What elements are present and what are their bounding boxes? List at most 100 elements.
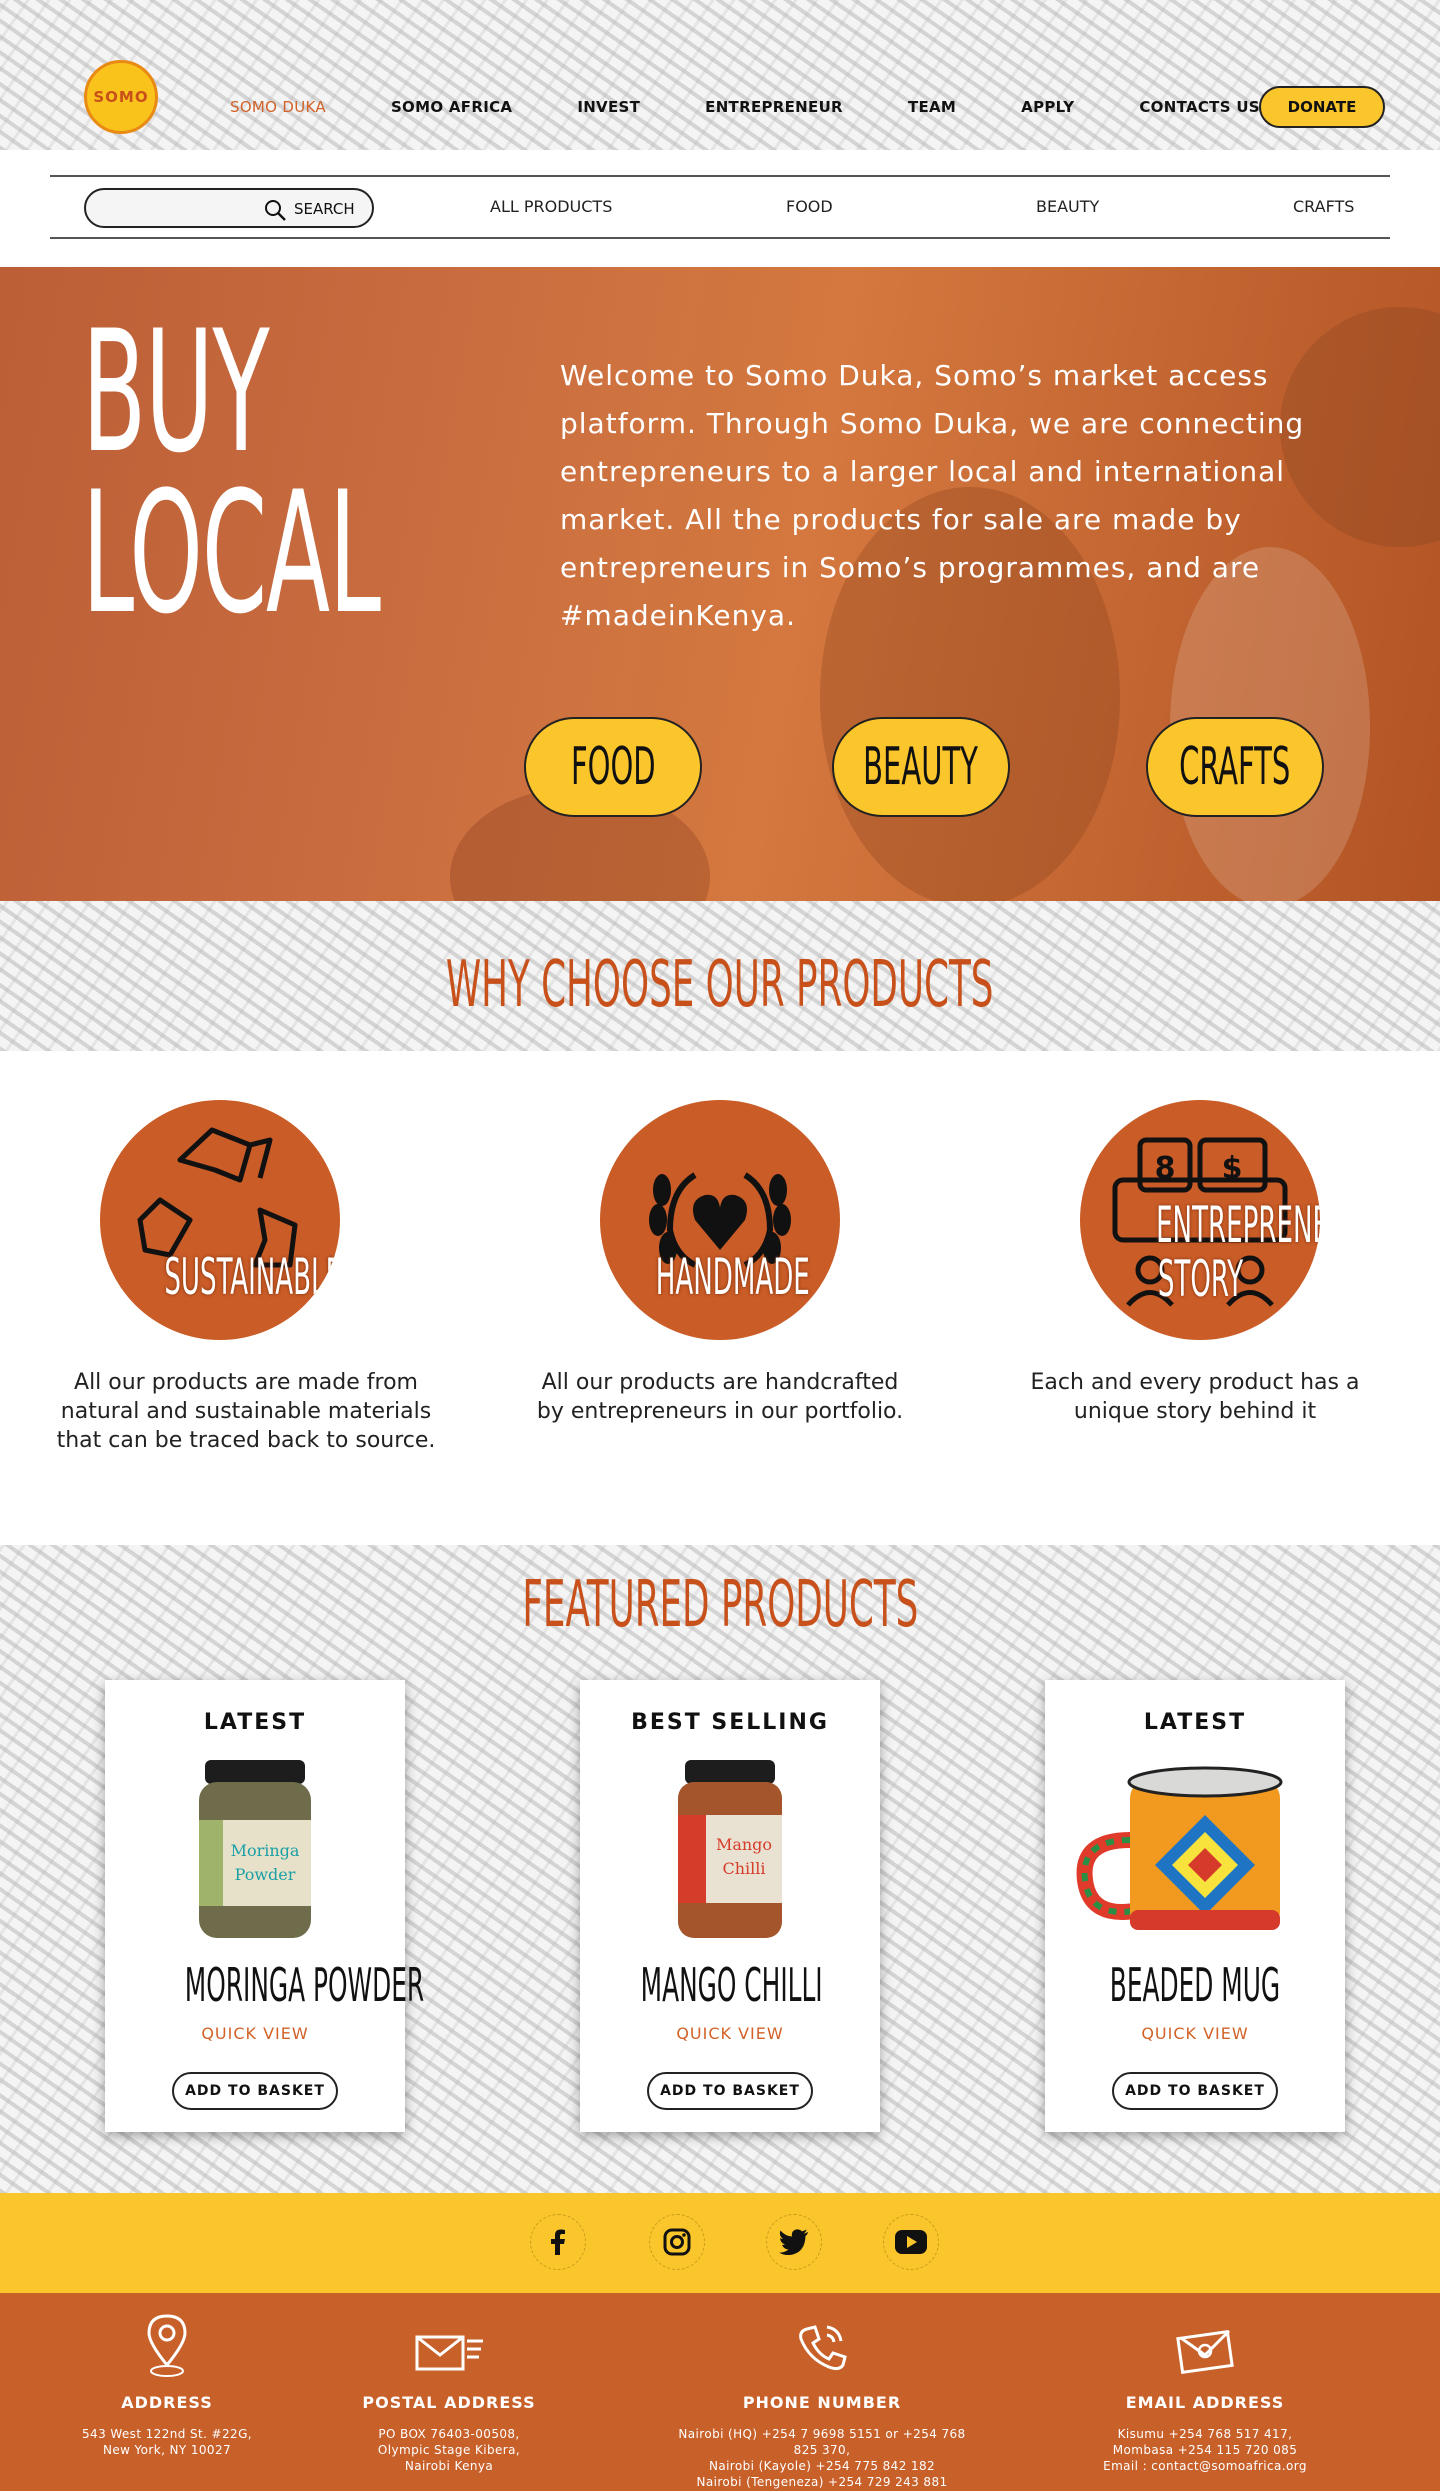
- entrepreneur-label-line1: ENTREPRENEUR: [1156, 1196, 1320, 1254]
- phone-title: PHONE NUMBER: [742, 2393, 902, 2412]
- address-title: ADDRESS: [121, 2393, 213, 2412]
- product-badge: LATEST: [1143, 1710, 1247, 1735]
- moringa-jar-label2: Powder: [235, 1865, 296, 1884]
- nav-somo-duka[interactable]: SOMO DUKA: [230, 98, 326, 116]
- product-card-beaded-mug[interactable]: LATEST BEADED MUG QUICK VIEW ADD TO BASK…: [1045, 1680, 1345, 2132]
- subnav-beauty[interactable]: BEAUTY: [1036, 197, 1099, 216]
- twitter-link[interactable]: [766, 2214, 822, 2270]
- mango-jar-label1: Mango: [716, 1835, 772, 1854]
- entrepreneur-label-line2: STORY: [1157, 1250, 1243, 1308]
- product-name-text: MANGO CHILLI: [640, 1958, 823, 2012]
- hero-crafts-label: CRAFTS: [1179, 737, 1291, 797]
- phone-line: Nairobi (Kayole) +254 775 842 182: [708, 2459, 936, 2473]
- nav-entrepreneur[interactable]: ENTREPRENEUR: [705, 98, 843, 116]
- hero-beauty-button[interactable]: BEAUTY: [832, 717, 1010, 817]
- somo-logo[interactable]: SOMO: [84, 60, 158, 134]
- phone-icon: [799, 2325, 847, 2371]
- beaded-mug-image[interactable]: [1070, 1760, 1320, 1940]
- youtube-icon: [895, 2230, 927, 2254]
- handmade-label-text: HANDMADE: [655, 1248, 810, 1306]
- instagram-link[interactable]: [649, 2214, 705, 2270]
- email-title: EMAIL ADDRESS: [1125, 2393, 1285, 2412]
- sustainable-badge: SUSTAINABLE: [100, 1100, 340, 1340]
- subnav-crafts[interactable]: CRAFTS: [1293, 197, 1354, 216]
- nav-invest[interactable]: INVEST: [577, 98, 640, 116]
- product-badge: LATEST: [203, 1710, 307, 1735]
- quick-view-link[interactable]: QUICK VIEW: [1045, 2024, 1345, 2043]
- add-to-basket-button[interactable]: ADD TO BASKET: [647, 2072, 813, 2110]
- entrepreneur-story-badge: 8 $ ENTREPRENEUR STORY: [1080, 1100, 1320, 1340]
- footer-address: ADDRESS 543 West 122nd St. #22G, New Yor…: [17, 2313, 317, 2458]
- svg-text:$: $: [1222, 1151, 1243, 1186]
- hero-title-line1: BUY: [82, 294, 270, 490]
- facebook-link[interactable]: [530, 2214, 586, 2270]
- add-to-basket-button[interactable]: ADD TO BASKET: [1112, 2072, 1278, 2110]
- postal-line: PO BOX 76403-00508,: [378, 2427, 520, 2441]
- social-bar: [0, 2193, 1440, 2293]
- add-to-basket-button[interactable]: ADD TO BASKET: [172, 2072, 338, 2110]
- hero-intro-text: Welcome to Somo Duka, Somo’s market acce…: [560, 359, 1305, 632]
- footer-phone: PHONE NUMBER Nairobi (HQ) +254 7 9698 51…: [672, 2313, 972, 2490]
- instagram-icon: [663, 2228, 691, 2256]
- sustainable-label-text: SUSTAINABLE: [164, 1248, 340, 1306]
- product-card-mango-chilli[interactable]: BEST SELLING Mango Chilli MANGO CHILLI Q…: [580, 1680, 880, 2132]
- address-line: 543 West 122nd St. #22G,: [82, 2427, 252, 2441]
- featured-title-text: FEATURED PRODUCTS: [522, 1568, 918, 1642]
- email-line: Kisumu +254 768 517 417,: [1117, 2427, 1293, 2441]
- nav-contacts-us[interactable]: CONTACTS US: [1139, 98, 1260, 116]
- quick-view-link[interactable]: QUICK VIEW: [105, 2024, 405, 2043]
- postal-line: Olympic Stage Kibera,: [377, 2443, 521, 2457]
- sustainable-desc: All our products are made from natural a…: [56, 1370, 436, 1453]
- why-choose-title-text: WHY CHOOSE OUR PRODUCTS: [446, 948, 994, 1022]
- subnav-all-products[interactable]: ALL PRODUCTS: [490, 197, 612, 216]
- product-badge: BEST SELLING: [631, 1710, 829, 1735]
- mango-jar-label2: Chilli: [722, 1859, 765, 1878]
- nav-somo-africa[interactable]: SOMO AFRICA: [391, 98, 512, 116]
- search-input[interactable]: [102, 198, 252, 218]
- handmade-badge: HANDMADE: [600, 1100, 840, 1340]
- sustainable-label: SUSTAINABLE: [100, 1250, 340, 1304]
- moringa-jar-image[interactable]: Moringa Powder: [185, 1760, 325, 1940]
- donate-button[interactable]: DONATE: [1259, 86, 1385, 128]
- top-header: SOMO SOMO DUKA SOMO AFRICA INVEST ENTREP…: [0, 0, 1440, 150]
- phone-line: Nairobi (HQ) +254 7 9698 5151 or +254 76…: [678, 2427, 966, 2457]
- product-card-moringa[interactable]: LATEST Moringa Powder MORINGA POWDER QUI…: [105, 1680, 424, 2132]
- hero-food-button[interactable]: FOOD: [524, 717, 702, 817]
- phone-line: Nairobi (Tengeneza) +254 729 243 881: [696, 2475, 948, 2489]
- hero-banner: BUY LOCAL Welcome to Somo Duka, Somo’s m…: [0, 267, 1440, 901]
- address-line: New York, NY 10027: [102, 2443, 232, 2457]
- email-line: Email : contact@somoafrica.org: [1103, 2459, 1307, 2473]
- featured-title: FEATURED PRODUCTS: [0, 1568, 1440, 1642]
- product-name: MORINGA POWDER: [105, 1958, 424, 2012]
- svg-text:8: 8: [1155, 1151, 1176, 1186]
- hero-beauty-label: BEAUTY: [863, 737, 979, 797]
- hero-crafts-button[interactable]: CRAFTS: [1146, 717, 1324, 817]
- footer: ADDRESS 543 West 122nd St. #22G, New Yor…: [0, 2293, 1440, 2491]
- subnav-food[interactable]: FOOD: [786, 197, 833, 216]
- postal-line: Nairobi Kenya: [404, 2459, 494, 2473]
- product-name-text: MORINGA POWDER: [184, 1958, 425, 2012]
- logo-text: SOMO: [93, 88, 149, 106]
- product-name: BEADED MUG: [1045, 1958, 1345, 2012]
- youtube-link[interactable]: [883, 2214, 939, 2270]
- postal-title: POSTAL ADDRESS: [362, 2393, 536, 2412]
- product-name: MANGO CHILLI: [580, 1958, 880, 2012]
- hero-title: BUY LOCAL: [82, 294, 381, 638]
- entrepreneur-story-label: ENTREPRENEUR STORY: [1080, 1198, 1320, 1306]
- search-box: SEARCH: [84, 188, 374, 228]
- nav-apply[interactable]: APPLY: [1021, 98, 1074, 116]
- entrepreneur-story-desc: Each and every product has a unique stor…: [1030, 1370, 1360, 1424]
- nav-team[interactable]: TEAM: [908, 98, 956, 116]
- location-pin-icon: [147, 2314, 187, 2377]
- moringa-jar-label1: Moringa: [231, 1841, 300, 1860]
- handmade-label: HANDMADE: [600, 1250, 840, 1304]
- shop-subnav: SEARCH ALL PRODUCTS FOOD BEAUTY CRAFTS: [50, 175, 1390, 239]
- search-label[interactable]: SEARCH: [294, 200, 355, 218]
- why-choose-title: WHY CHOOSE OUR PRODUCTS: [0, 948, 1440, 1022]
- mango-chilli-jar-image[interactable]: Mango Chilli: [660, 1760, 800, 1940]
- main-nav: SOMO DUKA SOMO AFRICA INVEST ENTREPRENEU…: [230, 95, 1260, 119]
- quick-view-link[interactable]: QUICK VIEW: [580, 2024, 880, 2043]
- search-icon[interactable]: [264, 199, 286, 221]
- hero-food-label: FOOD: [570, 737, 656, 797]
- email-line: Mombasa +254 115 720 085: [1112, 2443, 1298, 2457]
